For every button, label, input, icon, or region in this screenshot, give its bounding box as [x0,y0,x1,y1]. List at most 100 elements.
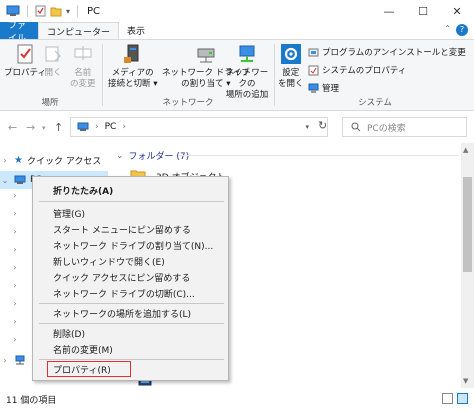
group-divider [178,155,458,156]
rename-icon [74,46,92,60]
breadcrumb-separator: › [95,122,99,132]
scroll-up-icon[interactable]: ▲ [463,146,468,154]
view-switcher [442,393,468,404]
scroll-down-icon[interactable]: ▼ [463,377,468,385]
system-properties-icon [308,65,319,75]
maximize-button[interactable]: ☐ [406,0,440,22]
chevron-right-icon[interactable]: › [0,356,10,365]
pc-icon [14,175,26,184]
media-connect-button[interactable]: メディアの 接続と切断 ▾ [108,43,157,90]
vertical-scrollbar[interactable]: ▲ ▼ [461,143,474,388]
system-properties-button[interactable]: システムのプロパティ [308,64,406,76]
uninstall-program-button[interactable]: プログラムのアンインストールと変更 [308,46,466,58]
programs-icon [308,48,319,56]
add-network-location-button[interactable]: ネットワークの 場所の追加 [222,43,272,101]
tab-file[interactable]: ファイル [0,21,38,44]
manage-button[interactable]: 管理 [308,82,339,94]
chevron-right-icon[interactable]: › [10,209,20,218]
chevron-right-icon[interactable]: › [10,317,20,326]
network-location-icon [239,45,255,62]
group-label-location: 場所 [41,98,59,108]
ribbon-group-system: 設定 を開く プログラムのアンインストールと変更 システムのプロパティ 管理 シ… [276,40,474,110]
help-icon[interactable]: ? [456,24,468,36]
address-row: ← → ▾ ↑ › PC › ▾ ↻ PCの検索 [0,111,474,143]
breadcrumb-separator: › [122,122,126,132]
media-server-icon [123,44,139,63]
menu-item-pin-to-quick-access[interactable]: クイック アクセスにピン留めする [53,269,190,285]
ribbon: プロパティ 開く 名前 の変更 場所 メディアの 接続と切断 ▾ ネットワーク … [0,39,474,111]
menu-item-map-network-drive[interactable]: ネットワーク ドライブの割り当て(N)... [53,237,213,253]
properties-button[interactable]: プロパティ [4,43,46,79]
refresh-icon[interactable]: ↻ [318,119,327,132]
chevron-right-icon[interactable]: › [10,191,20,200]
chevron-right-icon[interactable]: › [10,299,20,308]
chevron-right-icon[interactable]: › [10,335,20,344]
toolbar-separator [77,5,79,17]
ribbon-tabs: ファイル コンピューター 表示 ˆ ? [0,21,474,44]
pc-icon [77,122,89,131]
recent-locations-icon[interactable]: ▾ [42,124,46,132]
chevron-right-icon[interactable]: › [10,245,20,254]
computer-management-icon [308,83,319,93]
status-bar: 11 個の項目 [0,388,474,410]
ribbon-collapse-icon[interactable]: ˆ [445,25,450,36]
menu-item-manage[interactable]: 管理(G) [53,205,85,221]
ribbon-group-network: メディアの 接続と切断 ▾ ネットワーク ドライブ の割り当て ▾ ネットワーク… [104,40,272,110]
search-box[interactable]: PCの検索 [342,117,467,137]
minimize-button[interactable]: — [372,0,406,22]
ribbon-separator [274,44,275,106]
chevron-right-icon[interactable]: › [0,156,10,165]
menu-item-collapse[interactable]: 折りたたみ(A) [53,182,113,198]
up-arrow-icon[interactable]: ↑ [54,121,63,134]
details-view-icon[interactable] [442,393,453,404]
pc-icon [6,5,20,16]
search-placeholder: PCの検索 [367,123,406,134]
menu-separator [39,201,224,202]
new-folder-icon[interactable] [50,6,62,17]
address-bar[interactable]: › PC › ▾ [70,117,328,137]
quick-access-toolbar: ▾ [0,5,81,17]
chevron-right-icon[interactable]: › [10,281,20,290]
chevron-down-icon[interactable]: ⌄ [0,176,10,185]
menu-item-rename[interactable]: 名前の変更(M) [53,341,113,357]
breadcrumb-pc[interactable]: PC [105,122,117,132]
toolbar-customize-icon[interactable]: ▾ [66,7,70,16]
ribbon-separator [102,44,103,106]
nav-item-network[interactable]: › [0,351,26,369]
tiles-view-icon[interactable] [457,393,468,404]
search-icon [351,122,361,132]
forward-arrow-icon[interactable]: → [26,121,35,134]
chevron-right-icon[interactable]: › [10,227,20,236]
nav-item-quick-access[interactable]: › ★ クイック アクセス [0,151,101,169]
scrollbar-thumb[interactable] [463,177,472,272]
back-arrow-icon[interactable]: ← [8,121,17,134]
menu-item-delete[interactable]: 削除(D) [53,325,85,341]
rename-button[interactable]: 名前 の変更 [70,43,96,90]
settings-gear-icon [280,44,301,64]
tab-view[interactable]: 表示 [119,22,153,39]
menu-item-disconnect-network-drive[interactable]: ネットワーク ドライブの切断(C)... [53,285,195,301]
open-settings-button[interactable]: 設定 を開く [278,43,304,90]
menu-separator [39,323,224,324]
chevron-down-icon[interactable]: ⌄ [116,151,124,161]
network-drive-icon [197,48,215,63]
chevron-right-icon[interactable]: › [10,263,20,272]
menu-separator [39,303,224,304]
menu-separator [39,359,224,360]
item-count: 11 個の項目 [6,395,57,406]
menu-item-add-network-location[interactable]: ネットワークの場所を追加する(L) [53,305,191,321]
ribbon-group-location: プロパティ 開く 名前 の変更 場所 [0,40,100,110]
window-title: PC [87,5,101,17]
properties-check-icon[interactable] [35,5,46,17]
window-controls: — ☐ ✕ [372,0,474,22]
group-label-network: ネットワーク [162,98,214,108]
close-button[interactable]: ✕ [440,0,474,22]
title-bar: ▾ PC — ☐ ✕ [0,0,474,22]
tab-computer[interactable]: コンピューター [38,22,120,39]
menu-item-open-new-window[interactable]: 新しいウィンドウで開く(E) [53,253,165,269]
star-icon: ★ [14,154,23,166]
open-icon [45,46,61,62]
address-dropdown-icon[interactable]: ▾ [305,123,309,131]
open-button[interactable]: 開く [42,43,64,79]
menu-item-pin-to-start[interactable]: スタート メニューにピン留めする [53,221,191,237]
